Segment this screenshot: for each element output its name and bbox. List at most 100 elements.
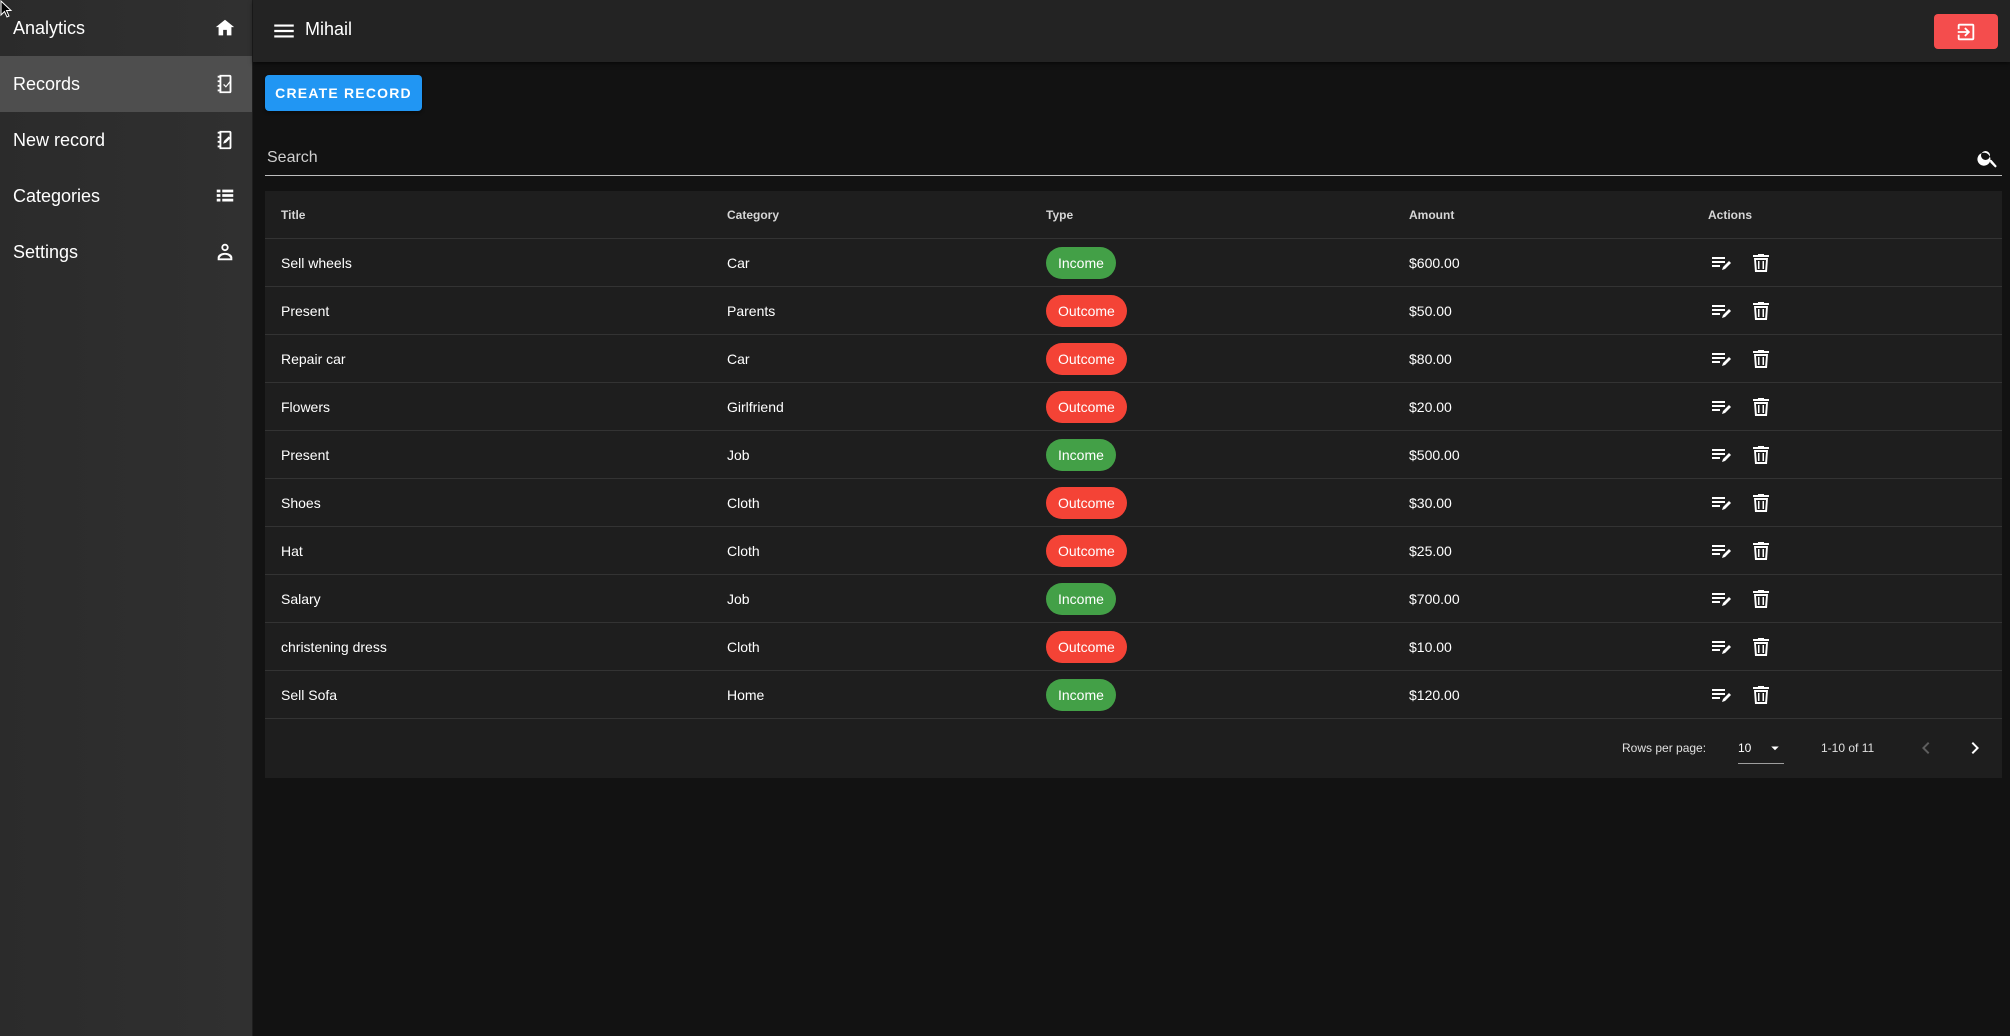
- home-icon: [214, 17, 236, 39]
- delete-button[interactable]: [1748, 250, 1774, 276]
- records-table: Title Category Type Amount Actions Sell …: [265, 191, 2002, 778]
- cell-title: christening dress: [281, 639, 387, 655]
- new-record-icon: [214, 129, 236, 151]
- delete-button[interactable]: [1748, 634, 1774, 660]
- delete-button[interactable]: [1748, 394, 1774, 420]
- edit-button[interactable]: [1708, 346, 1734, 372]
- type-badge: Income: [1046, 439, 1116, 471]
- delete-button[interactable]: [1748, 346, 1774, 372]
- table-row: Present Job Income $500.00: [265, 431, 2002, 479]
- edit-button[interactable]: [1708, 682, 1734, 708]
- pagination: Rows per page: 10 1-10 of 11: [265, 719, 2002, 778]
- cell-type: Outcome: [1046, 335, 1127, 383]
- delete-button[interactable]: [1748, 442, 1774, 468]
- sidebar-item-new-record[interactable]: New record: [0, 112, 252, 168]
- cell-amount: $120.00: [1409, 687, 1460, 703]
- rows-per-page-label: Rows per page:: [1622, 741, 1707, 755]
- table-row: Salary Job Income $700.00: [265, 575, 2002, 623]
- cell-amount: $50.00: [1409, 303, 1452, 319]
- page-range: 1-10 of 11: [1821, 741, 1875, 755]
- cell-category: Parents: [727, 303, 776, 319]
- search-icon[interactable]: [1976, 146, 2000, 170]
- trash-icon: [1749, 443, 1773, 467]
- cell-amount: $500.00: [1409, 447, 1460, 463]
- cell-category: Cloth: [727, 495, 760, 511]
- edit-icon: [1709, 443, 1733, 467]
- cell-category: Job: [727, 591, 750, 607]
- type-badge: Outcome: [1046, 631, 1127, 663]
- type-badge: Income: [1046, 583, 1116, 615]
- cell-amount: $30.00: [1409, 495, 1452, 511]
- type-badge: Outcome: [1046, 391, 1127, 423]
- cell-type: Outcome: [1046, 383, 1127, 431]
- cell-type: Outcome: [1046, 287, 1127, 335]
- table-row: Sell wheels Car Income $600.00: [265, 239, 2002, 287]
- column-header-category[interactable]: Category: [727, 191, 779, 239]
- cell-actions: [1708, 383, 1774, 431]
- cell-category: Cloth: [727, 639, 760, 655]
- trash-icon: [1749, 395, 1773, 419]
- next-page-button[interactable]: [1962, 735, 1988, 761]
- table-row: Repair car Car Outcome $80.00: [265, 335, 2002, 383]
- edit-button[interactable]: [1708, 490, 1734, 516]
- rows-per-page-select[interactable]: 10: [1738, 732, 1784, 764]
- column-header-type[interactable]: Type: [1046, 191, 1073, 239]
- type-badge: Outcome: [1046, 535, 1127, 567]
- edit-button[interactable]: [1708, 298, 1734, 324]
- edit-icon: [1709, 683, 1733, 707]
- cell-amount: $10.00: [1409, 639, 1452, 655]
- cell-title: Present: [281, 447, 330, 463]
- type-badge: Outcome: [1046, 295, 1127, 327]
- table-row: Present Parents Outcome $50.00: [265, 287, 2002, 335]
- cell-title: Repair car: [281, 351, 346, 367]
- cell-category: Girlfriend: [727, 399, 784, 415]
- edit-button[interactable]: [1708, 442, 1734, 468]
- sidebar-item-records[interactable]: Records: [0, 56, 252, 112]
- chevron-left-icon: [1914, 736, 1938, 760]
- delete-button[interactable]: [1748, 586, 1774, 612]
- type-badge: Outcome: [1046, 487, 1127, 519]
- sidebar-item-settings[interactable]: Settings: [0, 224, 252, 280]
- sidebar-item-analytics[interactable]: Analytics: [0, 0, 252, 56]
- app-header: Mihail: [253, 0, 2010, 62]
- sidebar-item-categories[interactable]: Categories: [0, 168, 252, 224]
- trash-icon: [1749, 539, 1773, 563]
- table-row: Hat Cloth Outcome $25.00: [265, 527, 2002, 575]
- edit-button[interactable]: [1708, 586, 1734, 612]
- cell-type: Outcome: [1046, 527, 1127, 575]
- cell-amount: $80.00: [1409, 351, 1452, 367]
- edit-button[interactable]: [1708, 634, 1734, 660]
- create-record-button[interactable]: CREATE RECORD: [265, 75, 422, 111]
- menu-icon[interactable]: [271, 18, 297, 44]
- edit-icon: [1709, 347, 1733, 371]
- column-header-amount[interactable]: Amount: [1409, 191, 1454, 239]
- dropdown-arrow-icon: [1766, 739, 1784, 757]
- trash-icon: [1749, 683, 1773, 707]
- chevron-right-icon: [1963, 736, 1987, 760]
- cell-amount: $20.00: [1409, 399, 1452, 415]
- cell-actions: [1708, 527, 1774, 575]
- previous-page-button[interactable]: [1913, 735, 1939, 761]
- cell-type: Income: [1046, 239, 1116, 287]
- cell-actions: [1708, 623, 1774, 671]
- cell-title: Sell wheels: [281, 255, 352, 271]
- rows-per-page-value: 10: [1738, 741, 1752, 755]
- column-header-title[interactable]: Title: [281, 191, 305, 239]
- column-header-actions: Actions: [1708, 208, 1753, 222]
- delete-button[interactable]: [1748, 682, 1774, 708]
- delete-button[interactable]: [1748, 298, 1774, 324]
- cell-category: Home: [727, 687, 765, 703]
- edit-button[interactable]: [1708, 250, 1734, 276]
- logout-button[interactable]: [1934, 14, 1998, 49]
- edit-button[interactable]: [1708, 538, 1734, 564]
- trash-icon: [1749, 299, 1773, 323]
- cell-category: Car: [727, 351, 750, 367]
- search-input[interactable]: [265, 146, 1945, 170]
- delete-button[interactable]: [1748, 538, 1774, 564]
- cell-amount: $600.00: [1409, 255, 1460, 271]
- cell-actions: [1708, 287, 1774, 335]
- delete-button[interactable]: [1748, 490, 1774, 516]
- edit-icon: [1709, 395, 1733, 419]
- edit-button[interactable]: [1708, 394, 1734, 420]
- cell-amount: $25.00: [1409, 543, 1452, 559]
